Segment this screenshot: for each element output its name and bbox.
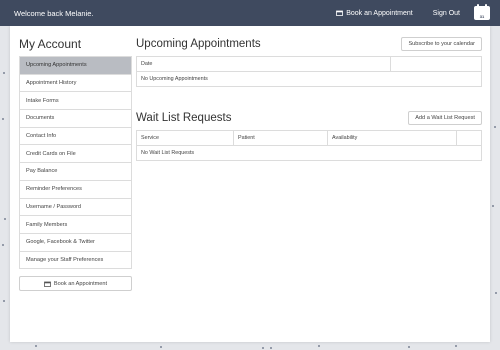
subscribe-calendar-button[interactable]: Subscribe to your calendar	[401, 37, 482, 51]
header-book-appointment-label: Book an Appointment	[346, 9, 413, 17]
sidebar-item-documents[interactable]: Documents	[20, 110, 131, 128]
wait-list-header: Wait List Requests Add a Wait List Reque…	[136, 111, 482, 125]
column-header-availability: Availability	[327, 130, 457, 146]
empty-state-message: No Wait List Requests	[136, 145, 482, 161]
wait-list-table: Service Patient Availability No Wait Lis…	[136, 130, 482, 161]
calendar-logo-icon[interactable]: 31	[474, 4, 490, 20]
sidebar-item-family-members[interactable]: Family Members	[20, 216, 131, 234]
upcoming-appointments-header: Upcoming Appointments Subscribe to your …	[136, 37, 482, 51]
welcome-message: Welcome back Melanie.	[14, 8, 94, 18]
upcoming-appointments-table: Date No Upcoming Appointments	[136, 56, 482, 87]
empty-state-message: No Upcoming Appointments	[136, 71, 482, 87]
sidebar-item-username-password[interactable]: Username / Password	[20, 199, 131, 217]
column-header-patient: Patient	[233, 130, 328, 146]
header-book-appointment-link[interactable]: Book an Appointment	[336, 10, 413, 17]
top-navigation-bar: Welcome back Melanie. Book an Appointmen…	[0, 0, 500, 26]
calendar-icon	[44, 281, 51, 287]
main-content: Upcoming Appointments Subscribe to your …	[136, 37, 482, 161]
account-menu: Upcoming Appointments Appointment Histor…	[19, 56, 132, 270]
sidebar-item-pay-balance[interactable]: Pay Balance	[20, 163, 131, 181]
upcoming-appointments-title: Upcoming Appointments	[136, 38, 261, 50]
sidebar-item-credit-cards[interactable]: Credit Cards on File	[20, 145, 131, 164]
column-header-service: Service	[136, 130, 234, 146]
add-wait-list-request-button[interactable]: Add a Wait List Request	[408, 111, 482, 125]
sidebar-book-appointment-label: Book an Appointment	[53, 280, 108, 287]
sidebar-item-staff-preferences[interactable]: Manage your Staff Preferences	[20, 252, 131, 270]
table-header-row: Date	[136, 56, 482, 72]
sidebar-item-reminder-preferences[interactable]: Reminder Preferences	[20, 181, 131, 199]
column-header-blank	[390, 56, 482, 72]
sign-out-link[interactable]: Sign Out	[433, 10, 460, 17]
sidebar-item-contact-info[interactable]: Contact Info	[20, 128, 131, 146]
column-header-blank	[456, 130, 482, 146]
sidebar-item-appointment-history[interactable]: Appointment History	[20, 75, 131, 93]
sidebar-item-upcoming-appointments[interactable]: Upcoming Appointments	[20, 57, 131, 75]
sidebar-item-social-accounts[interactable]: Google, Facebook & Twitter	[20, 234, 131, 252]
sidebar-title: My Account	[19, 37, 82, 51]
wait-list-title: Wait List Requests	[136, 112, 232, 124]
table-row: No Upcoming Appointments	[136, 71, 482, 87]
account-sidebar: My Account Upcoming Appointments Appoint…	[19, 37, 132, 292]
table-row: No Wait List Requests	[136, 145, 482, 161]
calendar-icon	[336, 10, 344, 16]
column-header-date: Date	[136, 56, 391, 72]
sidebar-item-intake-forms[interactable]: Intake Forms	[20, 92, 131, 111]
sidebar-book-appointment-button[interactable]: Book an Appointment	[19, 276, 132, 292]
table-header-row: Service Patient Availability	[136, 130, 482, 146]
account-panel: My Account Upcoming Appointments Appoint…	[10, 26, 490, 342]
